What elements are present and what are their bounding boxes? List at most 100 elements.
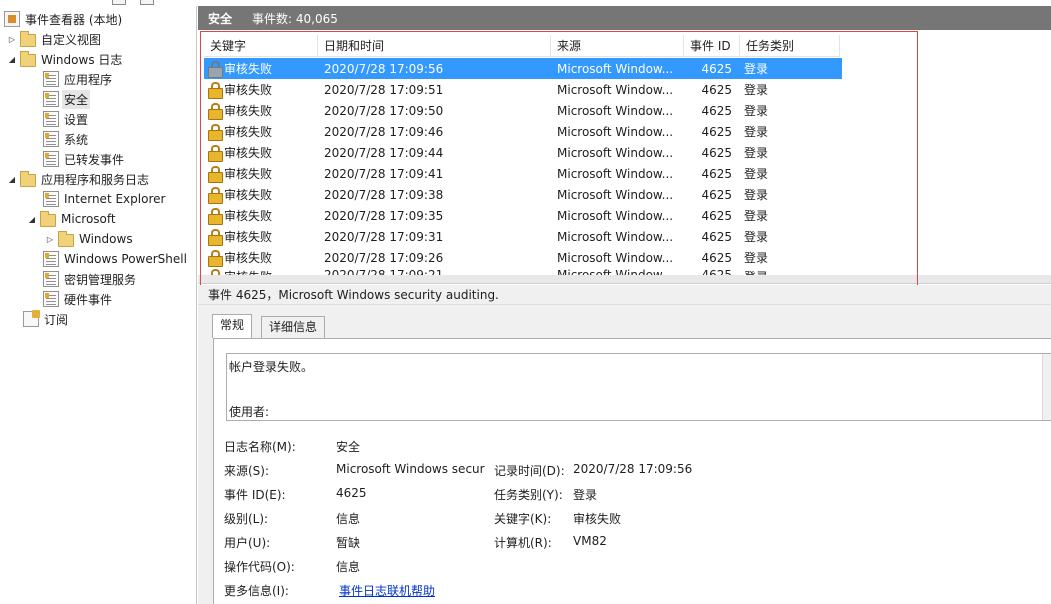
log-icon [43, 191, 59, 207]
source-cell: Microsoft Window... [557, 82, 674, 97]
event-viewer-icon [4, 11, 20, 27]
event-row[interactable]: 审核失败 2020/7/28 17:09:41 Microsoft Window..… [204, 163, 842, 184]
collapse-icon[interactable]: ◢ [7, 169, 17, 189]
tree-item-label: 应用程序和服务日志 [41, 172, 150, 187]
column-task-category[interactable]: 任务类别 [740, 35, 840, 57]
log-icon [43, 291, 59, 307]
tree-item-setup[interactable]: 设置 [43, 109, 90, 129]
tree-item-windows-logs[interactable]: ◢ Windows 日志 [7, 49, 124, 69]
column-headers: 关键字 日期和时间 来源 事件 ID 任务类别 [204, 35, 840, 57]
datetime-cell: 2020/7/28 17:09:50 [324, 103, 444, 118]
tree-item-label: 硬件事件 [64, 292, 113, 307]
description-scrollbar[interactable] [1042, 354, 1051, 420]
event-id-cell: 4625 [701, 124, 732, 139]
datetime-cell: 2020/7/28 17:09:31 [324, 229, 444, 244]
tree-item-subscriptions[interactable]: 订阅 [23, 309, 70, 329]
tree-item-label: 应用程序 [64, 72, 113, 87]
event-id-cell: 4625 [701, 103, 732, 118]
tree-item-app-service-logs[interactable]: ◢ 应用程序和服务日志 [7, 169, 151, 189]
tree-item-root[interactable]: 事件查看器 (本地) [4, 9, 124, 29]
task-category-cell: 登录 [744, 209, 769, 223]
event-description[interactable]: 帐户登录失败。 使用者: [226, 353, 1051, 421]
keyword-text: 审核失败 [224, 230, 273, 244]
log-icon [43, 71, 59, 87]
task-category-cell: 登录 [744, 125, 769, 139]
keyword-text: 审核失败 [224, 167, 273, 181]
event-row[interactable]: 审核失败 2020/7/28 17:09:56 Microsoft Window..… [204, 58, 842, 79]
tree-item-windows[interactable]: ▷ Windows [45, 229, 135, 249]
event-row[interactable]: 审核失败 2020/7/28 17:09:44 Microsoft Window..… [204, 142, 842, 163]
log-icon [43, 111, 59, 127]
event-row[interactable]: 审核失败 2020/7/28 17:09:31 Microsoft Window..… [204, 226, 842, 247]
tree-item-windows-powershell[interactable]: Windows PowerShell [43, 249, 189, 269]
keyword-cell: 审核失败 [204, 228, 318, 246]
window-edge-stub [112, 0, 126, 5]
tree-item-label: 事件查看器 (本地) [25, 12, 123, 27]
expand-icon[interactable]: ▷ [7, 29, 17, 49]
lock-icon [208, 145, 223, 162]
tree-item-microsoft[interactable]: ◢ Microsoft [27, 209, 118, 229]
event-row[interactable]: 审核失败 2020/7/28 17:09:35 Microsoft Window..… [204, 205, 842, 226]
source-cell: Microsoft Window... [557, 229, 674, 244]
tree-item-label: Internet Explorer [64, 192, 166, 206]
collapse-icon[interactable]: ◢ [7, 49, 17, 69]
tree-item-security[interactable]: 安全 [43, 89, 91, 109]
datetime-cell: 2020/7/28 17:09:44 [324, 145, 444, 160]
tab-details[interactable]: 详细信息 [261, 316, 326, 338]
horizontal-scrollbar[interactable] [198, 275, 1051, 283]
detail-caption: 事件 4625，Microsoft Windows security audit… [198, 285, 1051, 305]
tree-item-application[interactable]: 应用程序 [43, 69, 114, 89]
event-id-cell: 4625 [701, 166, 732, 181]
level-label: 级别(L): [224, 512, 269, 526]
log-icon [43, 271, 59, 287]
opcode-value: 信息 [336, 560, 361, 574]
lock-icon [208, 103, 223, 120]
description-line: 使用者: [229, 405, 270, 419]
column-source[interactable]: 来源 [551, 35, 684, 57]
tree-item-label: Microsoft [61, 212, 116, 226]
keyword-cell: 审核失败 [204, 165, 318, 183]
source-cell: Microsoft Window... [557, 166, 674, 181]
keyword-cell: 审核失败 [204, 144, 318, 162]
lock-icon [208, 82, 223, 99]
keyword-text: 审核失败 [224, 146, 273, 160]
event-id-cell: 4625 [701, 145, 732, 160]
tree-item-label: 安全 [62, 89, 91, 109]
task-category-value: 登录 [573, 488, 598, 502]
source-cell: Microsoft Window... [557, 250, 674, 265]
event-row[interactable]: 审核失败 2020/7/28 17:09:46 Microsoft Window..… [204, 121, 842, 142]
folder-icon [20, 30, 36, 47]
column-datetime[interactable]: 日期和时间 [318, 35, 551, 57]
tree-item-forwarded-events[interactable]: 已转发事件 [43, 149, 126, 169]
task-category-cell: 登录 [744, 83, 769, 97]
task-category-cell: 登录 [744, 167, 769, 181]
online-help-link[interactable]: 事件日志联机帮助 [339, 582, 435, 599]
tree-item-label: Windows 日志 [41, 52, 123, 67]
collapse-icon[interactable]: ◢ [27, 209, 37, 229]
tree-item-label: 已转发事件 [64, 152, 125, 167]
subscription-icon [23, 310, 40, 327]
tree-item-internet-explorer[interactable]: Internet Explorer [43, 189, 167, 209]
event-row[interactable]: 审核失败 2020/7/28 17:09:51 Microsoft Window..… [204, 79, 842, 100]
tree-item-custom-views[interactable]: ▷ 自定义视图 [7, 29, 103, 49]
tree-item-label: Windows PowerShell [64, 252, 187, 266]
tab-general[interactable]: 常规 [212, 314, 253, 338]
event-row[interactable]: 审核失败 2020/7/28 17:09:38 Microsoft Window..… [204, 184, 842, 205]
datetime-cell: 2020/7/28 17:09:51 [324, 82, 444, 97]
lock-icon [208, 61, 223, 78]
lock-icon [208, 187, 223, 204]
event-row[interactable]: 审核失败 2020/7/28 17:09:50 Microsoft Window..… [204, 100, 842, 121]
keyword-cell: 审核失败 [204, 102, 318, 120]
tree-item-hardware-events[interactable]: 硬件事件 [43, 289, 114, 309]
source-value: Microsoft Windows secur [336, 462, 485, 476]
general-tab-panel: 帐户登录失败。 使用者: 日志名称(M): 安全 来源(S): Microsof… [213, 338, 1051, 604]
event-row[interactable]: 审核失败 2020/7/28 17:09:26 Microsoft Window..… [204, 247, 842, 268]
keyword-text: 审核失败 [224, 251, 273, 265]
column-keyword[interactable]: 关键字 [204, 35, 318, 57]
tree-item-system[interactable]: 系统 [43, 129, 90, 149]
tree-item-key-management[interactable]: 密钥管理服务 [43, 269, 138, 289]
column-event-id[interactable]: 事件 ID [684, 35, 740, 57]
expand-icon[interactable]: ▷ [45, 229, 55, 249]
window-edge-stub [140, 0, 154, 5]
log-title: 安全 [208, 11, 233, 26]
